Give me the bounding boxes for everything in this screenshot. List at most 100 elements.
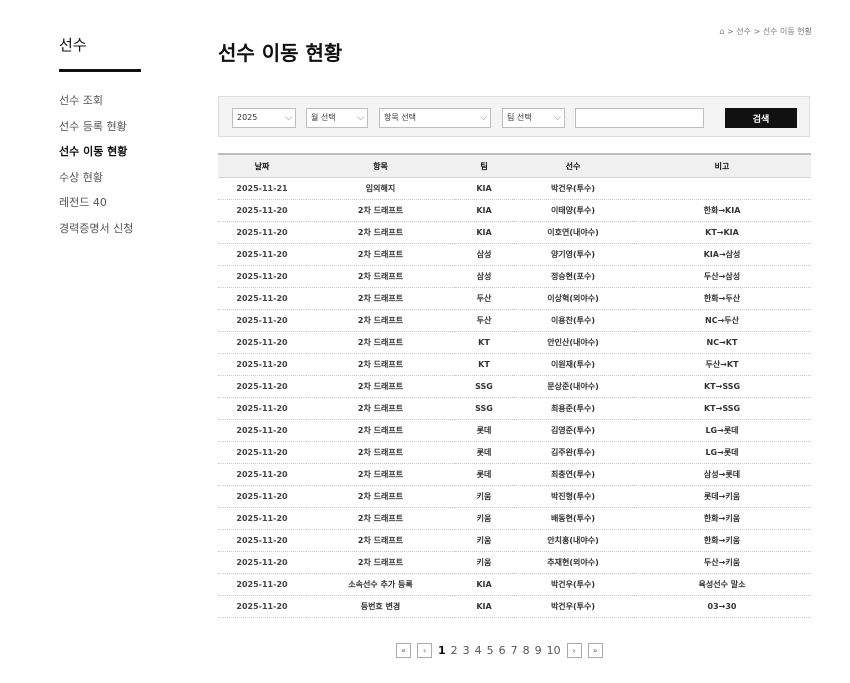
search-input[interactable] bbox=[575, 108, 704, 128]
table-row: 2025-11-20 2차 드래프트 롯데 김주완(투수) LG→롯데 bbox=[218, 441, 811, 464]
cell-player: 이원재(투수) bbox=[513, 353, 633, 376]
table-row: 2025-11-20 2차 드래프트 두산 이용찬(투수) NC→두산 bbox=[218, 309, 811, 332]
team-select[interactable]: 팀 선택 ⌵ bbox=[502, 108, 565, 128]
page-number[interactable]: 9 bbox=[535, 644, 542, 657]
table-row: 2025-11-20 2차 드래프트 키움 추재현(외야수) 두산→키움 bbox=[218, 551, 811, 574]
breadcrumb-item-section[interactable]: 선수 bbox=[736, 27, 751, 36]
column-header-note: 비고 bbox=[633, 153, 811, 178]
cell-team: 롯데 bbox=[455, 419, 513, 442]
table-row: 2025-11-20 2차 드래프트 삼성 정승현(포수) 두산→삼성 bbox=[218, 265, 811, 288]
cell-note: 삼성→롯데 bbox=[633, 463, 811, 486]
search-filter-bar: 2025 ⌵ 월 선택 ⌵ 항목 선택 ⌵ 팀 선택 ⌵ 검색 bbox=[218, 96, 810, 137]
cell-category: 2차 드래프트 bbox=[306, 199, 455, 222]
cell-category: 2차 드래프트 bbox=[306, 463, 455, 486]
cell-team: 삼성 bbox=[455, 243, 513, 266]
cell-date: 2025-11-20 bbox=[218, 331, 306, 354]
page-title: 선수 이동 현황 bbox=[218, 41, 343, 65]
cell-category: 2차 드래프트 bbox=[306, 331, 455, 354]
sidebar-item-career-certificate[interactable]: 경력증명서 신청 bbox=[59, 220, 133, 246]
team-select-value: 팀 선택 bbox=[507, 113, 532, 122]
cell-team: 키움 bbox=[455, 507, 513, 530]
pagination: « ‹ 1 2 3 4 5 6 7 8 9 10 › » bbox=[396, 642, 609, 659]
category-select[interactable]: 항목 선택 ⌵ bbox=[379, 108, 491, 128]
cell-team: 두산 bbox=[455, 287, 513, 310]
cell-date: 2025-11-20 bbox=[218, 287, 306, 310]
cell-date: 2025-11-20 bbox=[218, 419, 306, 442]
table-row: 2025-11-20 2차 드래프트 SSG 문상준(내야수) KT→SSG bbox=[218, 375, 811, 398]
cell-player: 박건우(투수) bbox=[513, 177, 633, 200]
table-row: 2025-11-20 2차 드래프트 키움 안치홍(내야수) 한화→키움 bbox=[218, 529, 811, 552]
section-title-underline bbox=[59, 69, 141, 72]
next-page-button[interactable]: › bbox=[566, 643, 582, 658]
sidebar-item-player-search[interactable]: 선수 조회 bbox=[59, 92, 133, 118]
cell-date: 2025-11-20 bbox=[218, 199, 306, 222]
cell-player: 배동현(투수) bbox=[513, 507, 633, 530]
cell-note: 두산→KT bbox=[633, 353, 811, 376]
page-number[interactable]: 7 bbox=[511, 644, 518, 657]
column-header-date: 날짜 bbox=[218, 153, 306, 178]
cell-date: 2025-11-20 bbox=[218, 573, 306, 596]
prev-page-button[interactable]: ‹ bbox=[417, 643, 432, 658]
cell-date: 2025-11-20 bbox=[218, 243, 306, 266]
cell-player: 안치홍(내야수) bbox=[513, 529, 633, 552]
page-number[interactable]: 8 bbox=[523, 644, 530, 657]
page-number[interactable]: 2 bbox=[451, 644, 458, 657]
section-title: 선수 bbox=[59, 36, 87, 54]
cell-player: 이용찬(투수) bbox=[513, 309, 633, 332]
last-page-button[interactable]: » bbox=[587, 643, 603, 658]
page-number[interactable]: 6 bbox=[499, 644, 506, 657]
search-button[interactable]: 검색 bbox=[725, 108, 797, 128]
cell-note: NC→KT bbox=[633, 331, 811, 354]
cell-date: 2025-11-20 bbox=[218, 397, 306, 420]
table-row: 2025-11-20 2차 드래프트 삼성 양기영(투수) KIA→삼성 bbox=[218, 243, 811, 266]
cell-note: LG→롯데 bbox=[633, 419, 811, 442]
cell-category: 2차 드래프트 bbox=[306, 397, 455, 420]
cell-team: 두산 bbox=[455, 309, 513, 332]
first-page-button[interactable]: « bbox=[396, 643, 411, 658]
table-row: 2025-11-20 2차 드래프트 롯데 김영준(투수) LG→롯데 bbox=[218, 419, 811, 442]
cell-team: SSG bbox=[455, 375, 513, 398]
cell-category: 2차 드래프트 bbox=[306, 287, 455, 310]
table-row: 2025-11-20 2차 드래프트 키움 배동현(투수) 한화→키움 bbox=[218, 507, 811, 530]
year-select[interactable]: 2025 ⌵ bbox=[232, 108, 296, 128]
cell-player: 박건우(투수) bbox=[513, 573, 633, 596]
cell-note: KT→SSG bbox=[633, 397, 811, 420]
page-number-current[interactable]: 1 bbox=[438, 644, 446, 657]
sidebar-item-registration-status[interactable]: 선수 등록 현황 bbox=[59, 118, 133, 144]
cell-note: 한화→키움 bbox=[633, 529, 811, 552]
cell-team: KIA bbox=[455, 573, 513, 596]
cell-team: KIA bbox=[455, 199, 513, 222]
sidebar-item-legend-40[interactable]: 레전드 40 bbox=[59, 194, 133, 220]
cell-date: 2025-11-20 bbox=[218, 507, 306, 530]
cell-player: 안인산(내야수) bbox=[513, 331, 633, 354]
sidebar-item-awards[interactable]: 수상 현황 bbox=[59, 169, 133, 195]
table-row: 2025-11-21 임의해지 KIA 박건우(투수) bbox=[218, 177, 811, 200]
chevron-down-icon: ⌵ bbox=[285, 113, 292, 123]
cell-team: KT bbox=[455, 331, 513, 354]
month-select[interactable]: 월 선택 ⌵ bbox=[306, 108, 368, 128]
sidebar-item-transfer-status[interactable]: 선수 이동 현황 bbox=[59, 143, 133, 169]
page-number[interactable]: 4 bbox=[475, 644, 482, 657]
home-icon[interactable]: ⌂ bbox=[719, 27, 724, 36]
table-row: 2025-11-20 2차 드래프트 KT 안인산(내야수) NC→KT bbox=[218, 331, 811, 354]
cell-category: 2차 드래프트 bbox=[306, 243, 455, 266]
cell-category: 2차 드래프트 bbox=[306, 551, 455, 574]
cell-date: 2025-11-20 bbox=[218, 551, 306, 574]
table-row: 2025-11-20 등번호 변경 KIA 박건우(투수) 03→30 bbox=[218, 595, 811, 618]
cell-note: 한화→키움 bbox=[633, 507, 811, 530]
cell-team: KT bbox=[455, 353, 513, 376]
cell-note: 두산→키움 bbox=[633, 551, 811, 574]
cell-category: 2차 드래프트 bbox=[306, 375, 455, 398]
cell-date: 2025-11-20 bbox=[218, 595, 306, 618]
page-number[interactable]: 3 bbox=[463, 644, 470, 657]
cell-date: 2025-11-20 bbox=[218, 375, 306, 398]
chevron-down-icon: ⌵ bbox=[554, 113, 561, 123]
chevron-down-icon: ⌵ bbox=[357, 113, 364, 123]
cell-note: 롯데→키움 bbox=[633, 485, 811, 508]
cell-player: 최충연(투수) bbox=[513, 463, 633, 486]
cell-category: 2차 드래프트 bbox=[306, 441, 455, 464]
page-number[interactable]: 10 bbox=[547, 644, 561, 657]
cell-team: 롯데 bbox=[455, 463, 513, 486]
cell-category: 2차 드래프트 bbox=[306, 265, 455, 288]
page-number[interactable]: 5 bbox=[487, 644, 494, 657]
